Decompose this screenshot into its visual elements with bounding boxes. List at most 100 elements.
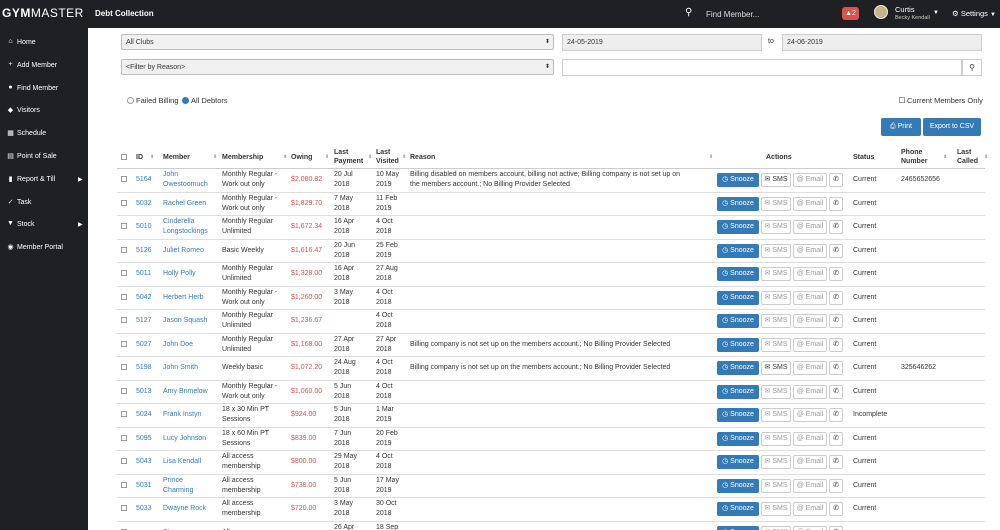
row-checkbox[interactable]	[121, 223, 127, 229]
member-name[interactable]: Herbert Herb	[163, 293, 203, 303]
member-name[interactable]: Amy Brimelow	[163, 387, 208, 397]
sidebar-item-home[interactable]: ⌂ Home	[0, 32, 88, 54]
sort-icon[interactable]: ⬍	[709, 154, 713, 160]
col-status[interactable]: Status	[853, 153, 874, 162]
sort-icon[interactable]: ⬍	[150, 154, 154, 160]
sms-button[interactable]: ✉ SMS	[761, 337, 791, 352]
snooze-button[interactable]: ◷ Snooze	[717, 384, 759, 399]
email-button[interactable]: @ Email	[793, 173, 827, 187]
email-button[interactable]: @ Email	[793, 361, 827, 375]
member-name[interactable]: Rachel Green	[163, 199, 206, 209]
sms-button[interactable]: ✉ SMS	[761, 314, 791, 328]
email-button[interactable]: @ Email	[793, 196, 827, 211]
snooze-button[interactable]: ◷ Snooze	[717, 525, 759, 530]
email-button[interactable]: @ Email	[793, 408, 827, 422]
search-input[interactable]	[562, 59, 962, 76]
sms-button[interactable]: ✉ SMS	[761, 173, 791, 187]
sms-button[interactable]: ✉ SMS	[761, 384, 791, 399]
member-name[interactable]: Cinderella Longstockings	[163, 217, 208, 237]
email-button[interactable]: @ Email	[793, 243, 827, 258]
row-checkbox[interactable]	[121, 481, 127, 488]
sms-button[interactable]: ✉ SMS	[761, 361, 791, 375]
member-name[interactable]: John Smith	[163, 363, 198, 373]
search-button[interactable]: ⚲	[962, 59, 982, 76]
caret-down-icon[interactable]: ▼	[933, 10, 939, 16]
email-button[interactable]: @ Email	[793, 337, 827, 352]
row-checkbox[interactable]	[121, 387, 127, 394]
member-id[interactable]: 5127	[136, 316, 152, 326]
email-button[interactable]: @ Email	[793, 384, 827, 399]
row-checkbox[interactable]	[121, 411, 127, 417]
member-id[interactable]: 5042	[136, 293, 152, 303]
sidebar-item-add-member[interactable]: + Add Member	[0, 55, 88, 77]
snooze-button[interactable]: ◷ Snooze	[717, 314, 759, 328]
export-csv-button[interactable]: Export to CSV	[923, 118, 981, 136]
sms-button[interactable]: ✉ SMS	[761, 431, 791, 446]
call-button[interactable]: ✆	[829, 408, 843, 422]
email-button[interactable]: @ Email	[793, 455, 827, 469]
email-button[interactable]: @ Email	[793, 314, 827, 328]
snooze-button[interactable]: ◷ Snooze	[717, 290, 759, 305]
call-button[interactable]: ✆	[829, 478, 843, 493]
call-button[interactable]: ✆	[829, 337, 843, 352]
member-id[interactable]: 5024	[136, 410, 152, 420]
member-name[interactable]: Frank Instyn	[163, 410, 202, 420]
member-name[interactable]: Jason Squash	[163, 316, 207, 326]
snooze-button[interactable]: ◷ Snooze	[717, 220, 759, 234]
sort-icon[interactable]: ⬍	[943, 154, 947, 160]
email-button[interactable]: @ Email	[793, 220, 827, 234]
sms-button[interactable]: ✉ SMS	[761, 502, 791, 516]
failed-billing-radio[interactable]	[127, 97, 134, 104]
email-button[interactable]: @ Email	[793, 478, 827, 493]
call-button[interactable]: ✆	[829, 455, 843, 469]
row-checkbox[interactable]	[121, 176, 127, 182]
email-button[interactable]: @ Email	[793, 502, 827, 516]
call-button[interactable]: ✆	[829, 173, 843, 187]
member-name[interactable]: Prince Charming	[163, 476, 193, 496]
sms-button[interactable]: ✉ SMS	[761, 196, 791, 211]
call-button[interactable]: ✆	[829, 196, 843, 211]
row-checkbox[interactable]	[121, 340, 127, 347]
avatar[interactable]	[874, 5, 888, 19]
col-membership[interactable]: Membership	[222, 153, 263, 162]
sort-icon[interactable]: ⬍	[402, 154, 406, 160]
email-button[interactable]: @ Email	[793, 525, 827, 530]
user-name[interactable]: Curtis	[895, 5, 915, 14]
member-id[interactable]: 5032	[136, 199, 152, 209]
member-name[interactable]: John Doe	[163, 340, 193, 350]
find-member-input[interactable]: Find Member...	[706, 10, 759, 19]
row-checkbox[interactable]	[121, 270, 127, 276]
sidebar-item-stock[interactable]: ▼ Stock ▶	[0, 214, 88, 236]
col-last-payment[interactable]: Last Payment	[334, 148, 363, 166]
col-reason[interactable]: Reason	[410, 153, 435, 162]
failed-billing-label[interactable]: Failed Billing	[136, 96, 179, 105]
sidebar-item-member-portal[interactable]: ◉ Member Portal	[0, 237, 88, 259]
email-button[interactable]: @ Email	[793, 267, 827, 281]
print-button[interactable]: ⎙ Print	[881, 118, 921, 136]
snooze-button[interactable]: ◷ Snooze	[717, 196, 759, 211]
call-button[interactable]: ✆	[829, 431, 843, 446]
member-id[interactable]: 5011	[136, 269, 151, 279]
sidebar-item-visitors[interactable]: ◆ Visitors	[0, 100, 88, 122]
call-button[interactable]: ✆	[829, 314, 843, 328]
col-last-visited[interactable]: Last Visited	[376, 148, 399, 166]
date-from-field[interactable]: 24-05-2019	[562, 34, 762, 51]
reason-select[interactable]: <Filter by Reason> ⬍	[121, 59, 554, 75]
sidebar-item-schedule[interactable]: ▦ Schedule	[0, 123, 88, 145]
member-id[interactable]: 5095	[136, 434, 152, 444]
snooze-button[interactable]: ◷ Snooze	[717, 502, 759, 516]
sms-button[interactable]: ✉ SMS	[761, 478, 791, 493]
row-checkbox[interactable]	[121, 364, 127, 370]
find-member-search[interactable]: ⚲ Find Member...	[685, 7, 825, 21]
call-button[interactable]: ✆	[829, 243, 843, 258]
email-button[interactable]: @ Email	[793, 431, 827, 446]
call-button[interactable]: ✆	[829, 267, 843, 281]
email-button[interactable]: @ Email	[793, 290, 827, 305]
sms-button[interactable]: ✉ SMS	[761, 243, 791, 258]
row-checkbox[interactable]	[121, 434, 127, 441]
snooze-button[interactable]: ◷ Snooze	[717, 243, 759, 258]
snooze-button[interactable]: ◷ Snooze	[717, 267, 759, 281]
sms-button[interactable]: ✉ SMS	[761, 455, 791, 469]
call-button[interactable]: ✆	[829, 525, 843, 530]
member-name[interactable]: Dwayne Rock	[163, 504, 206, 514]
